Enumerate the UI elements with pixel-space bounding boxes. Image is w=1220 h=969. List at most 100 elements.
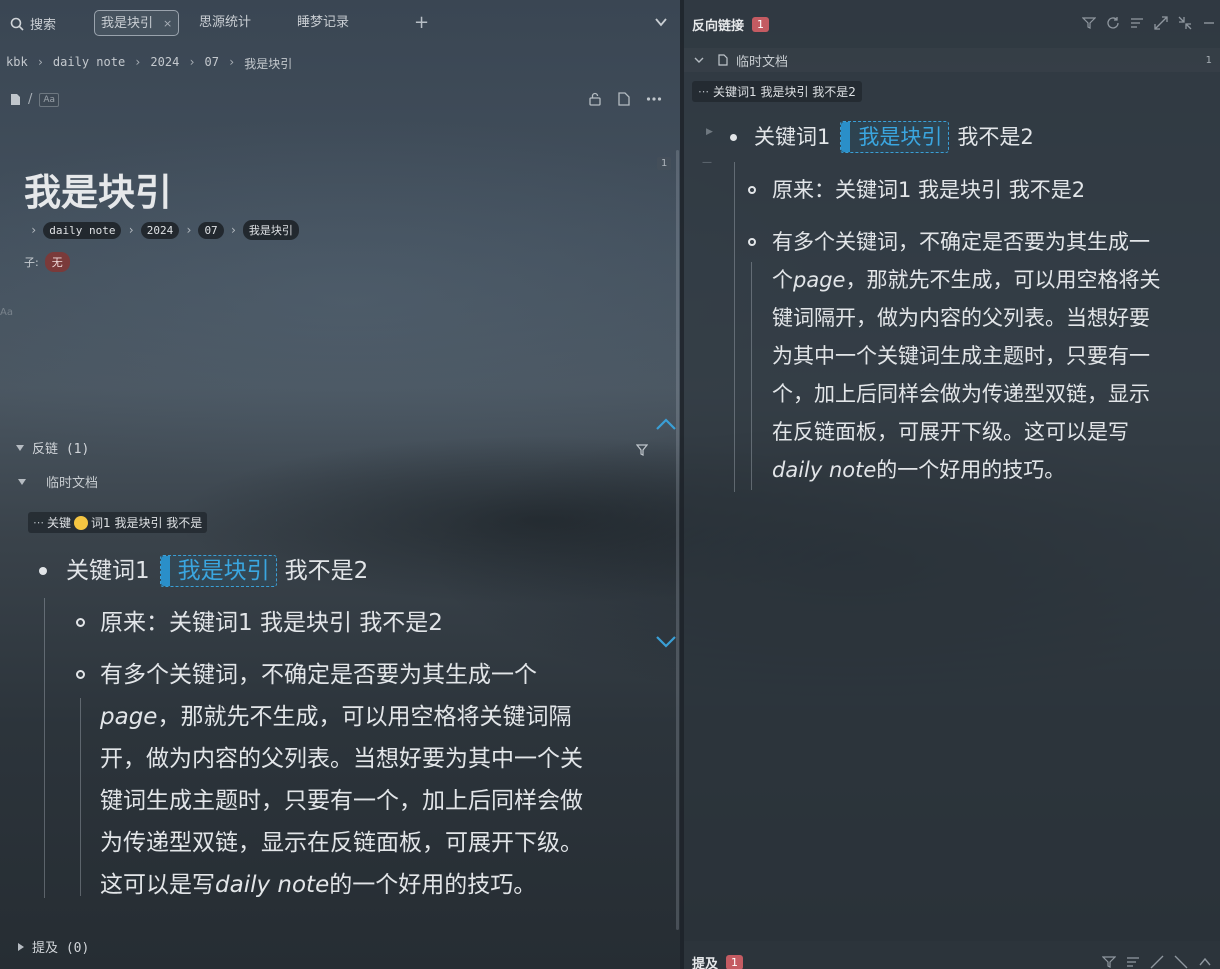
backlink-count-badge: 1 [657,157,672,170]
filter-icon[interactable] [1082,16,1096,30]
drag-handle-icon[interactable]: — [702,157,712,168]
path-pill[interactable]: 2024 [140,221,180,239]
chip-text: 关键词1 我是块引 我不是2 [713,85,856,99]
breadcrumb-item[interactable]: 2024 [150,55,179,72]
block-ref-marker [160,556,170,586]
add-tab-button[interactable]: + [414,12,429,33]
list-item[interactable]: 关键词1 我是块引 我不是2 [66,550,368,592]
breadcrumb-item[interactable]: kbk [6,55,28,72]
mentions-title: 提及 [692,957,719,969]
bullet-icon[interactable] [39,567,47,575]
backlink-doc-header[interactable]: 临时文档 [18,472,98,491]
mentions-panel-header[interactable]: 提及 1 [692,953,744,969]
tab-siyuan-stats[interactable]: 思源统计 [193,10,257,36]
sub-bullet-icon[interactable] [76,618,85,627]
tab-list-chevron-down-icon[interactable] [654,14,668,33]
backlink-doc-row[interactable]: 临时文档 1 [684,48,1220,72]
children-row: 子: 无 [24,252,70,272]
caret-down-icon [16,444,24,451]
list-item[interactable]: 原来：关键词1 我是块引 我不是2 [100,602,443,644]
search-tab[interactable]: 搜索 [10,14,56,33]
chevron-up-icon[interactable] [1198,955,1212,969]
text-line: 键词生成主题时，只要有一个，加上后同样会做 [100,788,583,814]
chevron-right-icon: › [30,223,38,237]
doc-actions [588,92,662,106]
list-icon: ⋯ [698,85,709,98]
text-span: 的一个好用的技巧。 [329,872,537,898]
tab-label: 我是块引 [101,16,154,31]
chevron-right-icon: › [229,223,237,237]
list-item[interactable]: 关键词1 我是块引 我不是2 [754,118,1034,156]
collapse-arrow-icon[interactable]: ▶ [706,127,713,137]
collapse-icon[interactable] [1174,955,1188,969]
scrollbar[interactable] [676,150,679,930]
indent-guide [80,698,81,896]
italic-text: daily note [215,872,330,898]
search-icon [10,17,24,31]
bullet-icon[interactable] [730,134,737,141]
doc-ref-count: 1 [1205,54,1212,66]
tab-woshikuaiyin[interactable]: 我是块引 × [94,10,180,36]
sub-bullet-icon[interactable] [748,186,756,194]
font-aa-icon[interactable]: Aa [39,92,60,107]
path-pill[interactable]: 07 [198,221,224,239]
backlink-context-chip[interactable]: ⋯ 关键 词1 我是块引 我不是 [28,512,208,533]
more-icon[interactable] [646,92,662,106]
panel-toolbar [1082,16,1216,30]
text-line: 在反链面板，可展开下级。这可以是写 [772,420,1129,444]
italic-text: page [793,268,846,292]
close-icon[interactable]: × [163,17,172,30]
file-icon [718,54,728,66]
collapse-icon[interactable] [1178,16,1192,30]
indent-guide [751,262,752,490]
expand-icon[interactable] [1154,16,1168,30]
scroll-down-chevron-icon[interactable] [655,634,677,653]
document-icon[interactable] [618,92,630,106]
indent-guide [44,598,45,898]
list-item-text: 关键词1 [66,558,150,584]
breadcrumb-item[interactable]: 我是块引 [244,55,292,72]
chevron-right-icon: › [228,55,236,69]
tab-bar: 搜索 我是块引 × 思源统计 睡梦记录 + [0,0,680,44]
chip-text: 词1 我是块引 我不是 [91,516,203,530]
file-icon[interactable] [10,93,21,106]
list-item[interactable]: 有多个关键词，不确定是否要为其生成一 个page，那就先不生成，可以用空格将关 … [772,223,1212,489]
chevron-right-icon: › [134,55,142,69]
page-title[interactable]: 我是块引 [24,162,172,216]
block-reference[interactable]: 我是块引 [159,555,277,587]
text-line: 个，加上后同样会做为传递型双链，显示 [772,382,1150,406]
list-item[interactable]: 有多个关键词，不确定是否要为其生成一个 page，那就先不生成，可以用空格将关键… [100,654,660,906]
list-item[interactable]: 原来：关键词1 我是块引 我不是2 [772,171,1085,209]
text-line: 键词隔开，做为内容的父列表。当想好要 [772,306,1150,330]
sort-icon[interactable] [1130,16,1144,30]
text-line: page，那就先不生成，可以用空格将关键词隔 [100,696,660,738]
breadcrumb-item[interactable]: daily note [53,55,125,72]
list-item-text: 我不是2 [957,125,1034,149]
expand-icon[interactable] [1150,955,1164,969]
list-icon: ⋯ [33,516,44,529]
filter-icon[interactable] [635,441,649,460]
sub-bullet-icon[interactable] [748,238,756,246]
backlinks-section-toggle[interactable]: 反链 (1) [16,438,89,457]
text-span: ，那就先不生成，可以用空格将关 [845,268,1161,292]
sort-icon[interactable] [1126,955,1140,969]
backlink-context-chip[interactable]: ⋯ 关键词1 我是块引 我不是2 [692,81,862,102]
tab-sleep-records[interactable]: 睡梦记录 [291,10,355,36]
children-value[interactable]: 无 [44,252,70,272]
breadcrumb-item[interactable]: 07 [205,55,219,72]
refresh-icon[interactable] [1106,16,1120,30]
filter-icon[interactable] [1102,955,1116,969]
tab-label: 睡梦记录 [297,15,350,30]
text-span: 的一个好用的技巧。 [876,458,1066,482]
path-pill[interactable]: daily note [43,221,122,239]
unlock-icon[interactable] [588,92,602,106]
mentions-section-toggle[interactable]: 提及 (0) [18,937,89,956]
mentions-toolbar [1102,955,1212,969]
path-pill[interactable]: 我是块引 [242,220,299,240]
minimize-icon[interactable] [1202,16,1216,30]
block-reference[interactable]: 我是块引 [840,121,950,153]
scroll-up-chevron-icon[interactable] [655,416,677,435]
sub-bullet-icon[interactable] [76,670,85,679]
backlink-doc-name: 临时文档 [736,54,789,70]
doc-toolbar: / Aa [10,92,60,107]
